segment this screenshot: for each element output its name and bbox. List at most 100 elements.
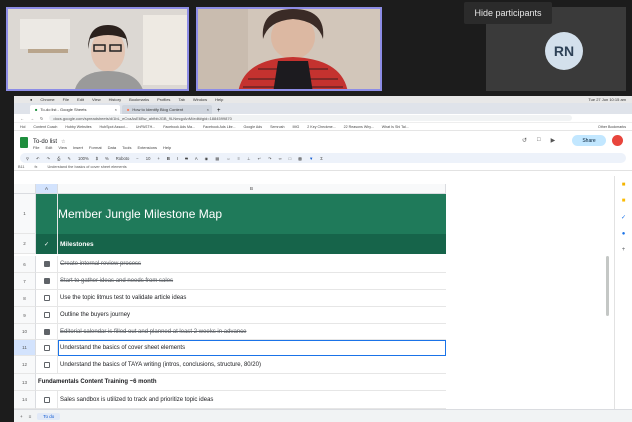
- bookmark-item[interactable]: 2 Key Checkme...: [307, 125, 335, 129]
- column-header-a[interactable]: A: [36, 184, 58, 194]
- row-number[interactable]: 2: [14, 234, 36, 254]
- print-icon[interactable]: ⎙: [57, 156, 60, 161]
- merge-icon[interactable]: ⇔: [226, 156, 230, 161]
- new-tab-icon[interactable]: +: [217, 108, 221, 114]
- sheet-title-cell[interactable]: Member Jungle Milestone Map: [58, 194, 446, 234]
- participant-video-1[interactable]: [6, 7, 189, 91]
- tasks-icon[interactable]: ✓: [621, 214, 626, 221]
- valign-icon[interactable]: ⊥: [247, 156, 251, 161]
- comment-add-icon[interactable]: □: [289, 156, 292, 161]
- checkbox-unchecked[interactable]: [43, 396, 50, 403]
- task-cell-selected[interactable]: Understand the basics of cover sheet ele…: [58, 340, 446, 356]
- row-number[interactable]: 6: [14, 256, 36, 273]
- bookmark-item[interactable]: Facebook Ads Libr...: [203, 125, 236, 129]
- checkbox-unchecked[interactable]: [43, 344, 50, 351]
- bookmark-item[interactable]: Content Coach: [33, 125, 57, 129]
- cell[interactable]: [36, 194, 58, 234]
- currency-icon[interactable]: $: [96, 156, 98, 161]
- row-number[interactable]: 7: [14, 273, 36, 290]
- browser-tab[interactable]: ■ To-do list - Google Sheets ×: [30, 105, 120, 114]
- checkbox-cell[interactable]: [36, 290, 58, 307]
- row-number[interactable]: 13: [14, 374, 36, 391]
- task-cell[interactable]: Sales sandbox is utilized to track and p…: [58, 391, 446, 409]
- bookmark-item[interactable]: Facebook Ads Ma...: [163, 125, 195, 129]
- fill-color-icon[interactable]: ◉: [205, 156, 209, 161]
- back-icon[interactable]: ←: [20, 116, 24, 121]
- menu-edit[interactable]: Edit: [45, 145, 52, 150]
- checkbox-cell[interactable]: [36, 273, 58, 290]
- add-sheet-icon[interactable]: +: [20, 414, 23, 419]
- browser-tab[interactable]: ■ How to Identify Blog Content ×: [122, 105, 212, 114]
- percent-icon[interactable]: %: [105, 156, 109, 161]
- bookmark-item[interactable]: Hol: [20, 125, 25, 129]
- checkbox-cell[interactable]: [36, 307, 58, 324]
- history-icon[interactable]: ↺: [522, 137, 527, 144]
- bookmark-item[interactable]: 22 Reasons Why...: [344, 125, 374, 129]
- zoom-select[interactable]: 100%: [78, 156, 89, 161]
- formula-input[interactable]: Understand the basics of cover sheet ele…: [47, 165, 126, 169]
- undo-icon[interactable]: ↶: [36, 156, 40, 161]
- meet-icon[interactable]: ▶: [551, 137, 556, 144]
- paint-format-icon[interactable]: ✎: [67, 156, 71, 161]
- checkbox-checked[interactable]: [43, 278, 50, 284]
- italic-icon[interactable]: I: [177, 156, 178, 161]
- menu-item[interactable]: Bookmarks: [129, 97, 149, 102]
- menu-data[interactable]: Data: [108, 145, 116, 150]
- bookmark-item[interactable]: Google Ads: [244, 125, 263, 129]
- sheet-tab[interactable]: To do: [37, 412, 61, 420]
- sheets-logo-icon[interactable]: [20, 136, 28, 148]
- menu-item[interactable]: Tab: [178, 97, 184, 102]
- contacts-icon[interactable]: ●: [622, 231, 626, 237]
- vertical-scrollbar[interactable]: [606, 256, 609, 316]
- task-cell[interactable]: Understand the basics of TAYA writing (i…: [58, 356, 446, 374]
- task-cell[interactable]: Use the topic litmus test to validate ar…: [58, 290, 446, 307]
- add-on-icon[interactable]: +: [622, 247, 626, 253]
- wrap-icon[interactable]: ↵: [258, 156, 262, 161]
- avatar[interactable]: [612, 135, 623, 146]
- milestones-header-cell[interactable]: Milestones: [58, 234, 446, 254]
- bookmark-item[interactable]: Other Bookmarks: [598, 125, 626, 129]
- menu-item[interactable]: View: [92, 97, 101, 102]
- select-all-corner[interactable]: [14, 184, 36, 194]
- checkbox-unchecked[interactable]: [43, 295, 50, 301]
- bookmark-item[interactable]: UnPASTH...: [136, 125, 155, 129]
- all-sheets-icon[interactable]: ≡: [29, 414, 32, 419]
- checkbox-cell[interactable]: [36, 356, 58, 374]
- menu-item[interactable]: Window: [193, 97, 207, 102]
- reload-icon[interactable]: ↻: [40, 116, 43, 121]
- keep-icon[interactable]: ■: [622, 198, 626, 204]
- column-header-b[interactable]: B: [58, 184, 446, 194]
- checkbox-checked[interactable]: [43, 328, 50, 335]
- menu-tools[interactable]: Tools: [122, 145, 131, 150]
- menu-file[interactable]: File: [33, 145, 39, 150]
- forward-icon[interactable]: →: [30, 116, 34, 121]
- checkbox-unchecked[interactable]: [43, 361, 50, 368]
- menu-item[interactable]: Edit: [77, 97, 84, 102]
- font-size-decrease-icon[interactable]: −: [136, 156, 138, 161]
- menu-help[interactable]: Help: [163, 145, 171, 150]
- chart-icon[interactable]: ▩: [298, 156, 302, 161]
- bookmark-item[interactable]: IMG: [293, 125, 300, 129]
- task-cell[interactable]: Create internal review process: [58, 256, 446, 273]
- text-color-icon[interactable]: A: [195, 156, 198, 161]
- bold-icon[interactable]: B: [167, 156, 170, 161]
- menu-item[interactable]: Help: [215, 97, 223, 102]
- menu-format[interactable]: Format: [89, 145, 102, 150]
- menu-item[interactable]: Chrome: [40, 97, 54, 102]
- name-box[interactable]: B11: [18, 165, 24, 169]
- bookmark-item[interactable]: Semrush: [270, 125, 284, 129]
- task-cell[interactable]: Start to gather ideas and needs from sal…: [58, 273, 446, 290]
- checkbox-cell[interactable]: [36, 324, 58, 340]
- font-select[interactable]: Roboto: [116, 156, 130, 161]
- align-icon[interactable]: ≡: [237, 156, 239, 161]
- comment-icon[interactable]: □: [537, 137, 541, 144]
- close-icon[interactable]: ×: [115, 107, 117, 112]
- checkbox-cell[interactable]: [36, 391, 58, 409]
- menu-item[interactable]: History: [109, 97, 121, 102]
- link-icon[interactable]: ∞: [279, 156, 282, 161]
- row-number[interactable]: 14: [14, 391, 36, 409]
- checkbox-cell[interactable]: [36, 340, 58, 356]
- close-icon[interactable]: ×: [207, 107, 209, 112]
- hide-participants-button[interactable]: Hide participants: [464, 2, 552, 24]
- url-input[interactable]: docs.google.com/spreadsheets/d/1bL_eCvaA…: [49, 115, 572, 121]
